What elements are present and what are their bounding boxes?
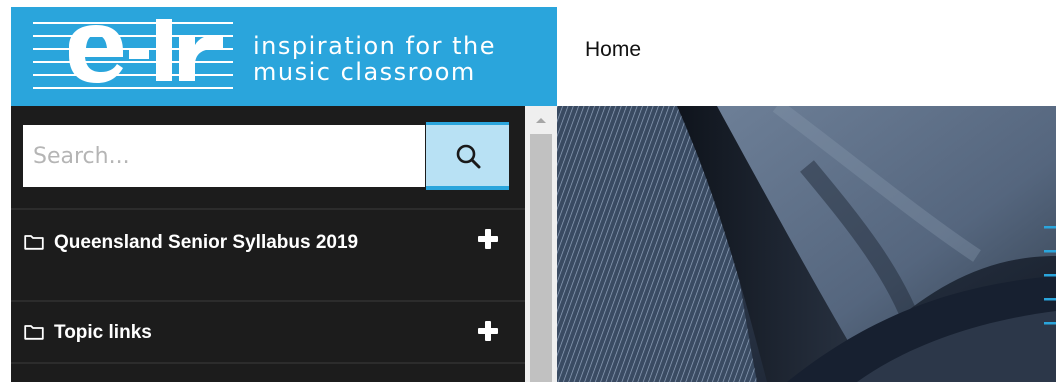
search-input[interactable] <box>23 125 425 187</box>
sidebar-item-text: Queensland Senior Syllabus 2019 <box>54 232 359 253</box>
sidebar-item-label: Topic links <box>24 318 444 348</box>
search-bar <box>11 106 525 210</box>
sidebar-item-topic-links[interactable]: Topic links <box>11 304 525 364</box>
search-icon <box>456 144 480 168</box>
scrollbar-thumb[interactable] <box>530 134 552 382</box>
tagline-line-2: music classroom <box>253 58 476 86</box>
hero-image <box>557 106 1056 382</box>
plus-icon[interactable] <box>477 320 499 342</box>
logo-tagline: inspiration for the music classroom <box>253 33 496 85</box>
sidebar-item-queensland-senior-syllabus[interactable]: Queensland Senior Syllabus 2019 <box>11 210 525 302</box>
search-button[interactable] <box>426 122 509 190</box>
sidebar: Queensland Senior Syllabus 2019 Topic li… <box>11 106 525 382</box>
plus-icon[interactable] <box>477 228 499 250</box>
folder-icon <box>24 325 44 340</box>
sidebar-item-label: Queensland Senior Syllabus 2019 <box>24 228 444 258</box>
folder-icon <box>24 235 44 250</box>
sidebar-scrollbar[interactable] <box>525 106 557 382</box>
tagline-line-1: inspiration for the <box>253 32 496 60</box>
page-title[interactable]: Home <box>585 38 641 62</box>
sidebar-item-text: Topic links <box>54 322 152 343</box>
scroll-up-arrow-icon[interactable] <box>530 112 552 128</box>
page: inspiration for the music classroom Home… <box>0 0 1056 382</box>
site-logo-banner[interactable]: inspiration for the music classroom <box>11 7 557 106</box>
hero-artwork <box>557 106 1056 382</box>
